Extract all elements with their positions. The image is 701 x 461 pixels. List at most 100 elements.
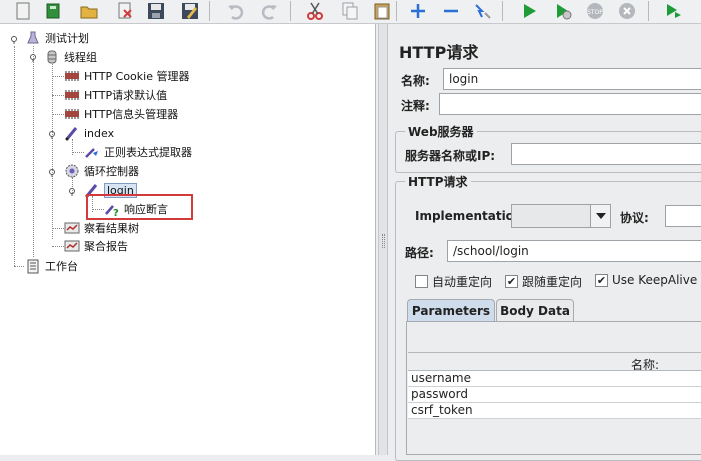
collapse-icon[interactable] (438, 0, 464, 22)
protocol-label: 协议: (620, 211, 649, 225)
checkbox-label: 跟随重定向 (522, 275, 583, 289)
stop-icon[interactable]: STOP (582, 0, 608, 22)
tree-node-results-tree[interactable]: 察看结果树 (63, 219, 139, 237)
tree-node-label: HTTP Cookie 管理器 (84, 70, 190, 83)
save-as-icon[interactable] (177, 0, 203, 22)
open-icon[interactable] (76, 0, 102, 22)
shutdown-icon[interactable] (614, 0, 640, 22)
table-row[interactable]: username (408, 371, 701, 387)
expand-toggle-icon[interactable] (47, 167, 57, 177)
checkbox-label: 自动重定向 (432, 275, 493, 289)
comment-label: 注释: (401, 99, 430, 113)
page-title: HTTP请求 (399, 43, 479, 62)
tree-node-aggregate-report[interactable]: 聚合报告 (63, 237, 128, 255)
tree-node-label: HTTP请求默认值 (84, 89, 168, 102)
checkmark-icon[interactable]: ✔ (595, 273, 608, 287)
tree-node-label: 聚合报告 (84, 240, 128, 253)
expand-toggle-icon[interactable] (28, 52, 38, 62)
config-element-icon (63, 68, 81, 84)
remote-start-icon[interactable] (660, 0, 686, 22)
close-file-icon[interactable] (112, 0, 138, 22)
tree-line (33, 46, 34, 257)
protocol-field[interactable] (665, 205, 701, 227)
tree-node-label: index (84, 126, 115, 140)
toolbar-separator (290, 1, 291, 21)
tree-line (14, 46, 15, 266)
paste-icon[interactable] (369, 0, 395, 22)
start-icon[interactable] (516, 0, 542, 22)
server-field[interactable] (511, 143, 701, 165)
tree-node-workbench[interactable]: 工作台 (24, 257, 78, 275)
split-pane-divider[interactable] (378, 24, 388, 455)
test-plan-tree: 测试计划 线程组 HTTP Cookie 管理器 HTTP请求默认值 HTTP信… (0, 24, 376, 455)
expand-toggle-icon[interactable] (9, 34, 19, 44)
tree-node-label: 线程组 (64, 51, 97, 64)
http-request-panel: HTTP请求 名称: login 注释: Web服务器 服务器名称或IP: HT… (389, 24, 701, 461)
toggle-icon[interactable] (470, 0, 496, 22)
config-element-icon (63, 106, 81, 122)
toolbar-separator (396, 1, 397, 21)
table-row[interactable]: password (408, 387, 701, 403)
flask-icon (24, 30, 42, 46)
copy-icon[interactable] (337, 0, 363, 22)
expand-toggle-icon[interactable] (67, 186, 77, 196)
tree-line (52, 64, 53, 239)
toolbar-separator (209, 1, 210, 21)
cut-icon[interactable] (302, 0, 328, 22)
server-label: 服务器名称或IP: (405, 149, 496, 163)
keepalive-checkbox[interactable]: ✔ Use KeepAlive (595, 273, 697, 287)
tree-node-label: HTTP信息头管理器 (84, 108, 179, 121)
tree-node-label: 正则表达式提取器 (104, 146, 192, 159)
tree-line (14, 266, 24, 267)
tree-node-label: 工作台 (45, 260, 78, 273)
http-request-group-title: HTTP请求 (405, 173, 471, 190)
expand-icon[interactable] (405, 0, 431, 22)
templates-icon[interactable] (41, 0, 67, 22)
undo-icon[interactable] (223, 0, 249, 22)
tree-node-header-manager[interactable]: HTTP信息头管理器 (63, 105, 178, 123)
name-label: 名称: (401, 74, 430, 88)
tree-node-label: 察看结果树 (84, 222, 139, 235)
follow-redirect-checkbox[interactable]: ✔ 跟随重定向 (505, 273, 582, 290)
config-element-icon (63, 87, 81, 103)
listener-icon (63, 220, 81, 236)
toolbar-separator (502, 1, 503, 21)
save-icon[interactable] (143, 0, 169, 22)
checkmark-icon[interactable]: ✔ (505, 275, 518, 288)
checkbox-label: Use KeepAlive (612, 273, 698, 287)
redo-icon[interactable] (256, 0, 282, 22)
tree-node-regex-extractor[interactable]: 正则表达式提取器 (83, 143, 192, 161)
chevron-down-icon[interactable] (590, 205, 610, 227)
table-row[interactable]: csrf_token (408, 403, 701, 419)
tree-node-thread-group[interactable]: 线程组 (43, 48, 97, 66)
web-server-group-title: Web服务器 (405, 123, 477, 140)
start-no-pause-icon[interactable] (550, 0, 576, 22)
splitter-grip (382, 234, 385, 248)
post-processor-icon (83, 144, 101, 160)
highlight-box (86, 194, 193, 220)
sampler-icon (63, 125, 81, 141)
auto-redirect-checkbox[interactable]: 自动重定向 (415, 273, 492, 290)
tree-node-cookie-manager[interactable]: HTTP Cookie 管理器 (63, 67, 189, 85)
expand-toggle-icon[interactable] (47, 129, 57, 139)
tree-node-loop-controller[interactable]: 循环控制器 (63, 162, 139, 180)
checkbox-box[interactable] (415, 275, 428, 288)
tree-node-test-plan[interactable]: 测试计划 (24, 29, 89, 47)
tab-body-data[interactable]: Body Data (496, 299, 574, 321)
tab-parameters[interactable]: Parameters (407, 299, 495, 321)
tree-node-index[interactable]: index (63, 124, 114, 142)
comment-field[interactable] (439, 93, 701, 115)
thread-group-icon (43, 49, 61, 65)
tree-node-label: 测试计划 (45, 32, 89, 45)
tree-node-request-defaults[interactable]: HTTP请求默认值 (63, 86, 167, 104)
path-label: 路径: (405, 246, 434, 260)
implementation-select[interactable] (511, 204, 611, 228)
tree-node-label: 循环控制器 (84, 165, 139, 178)
new-icon[interactable] (10, 0, 36, 22)
table-divider (408, 352, 701, 353)
svg-text:STOP: STOP (587, 9, 603, 16)
name-field[interactable]: login (443, 68, 701, 90)
toolbar: STOP (0, 0, 701, 24)
path-field[interactable]: /school/login (447, 240, 701, 262)
loop-controller-icon (63, 163, 81, 179)
